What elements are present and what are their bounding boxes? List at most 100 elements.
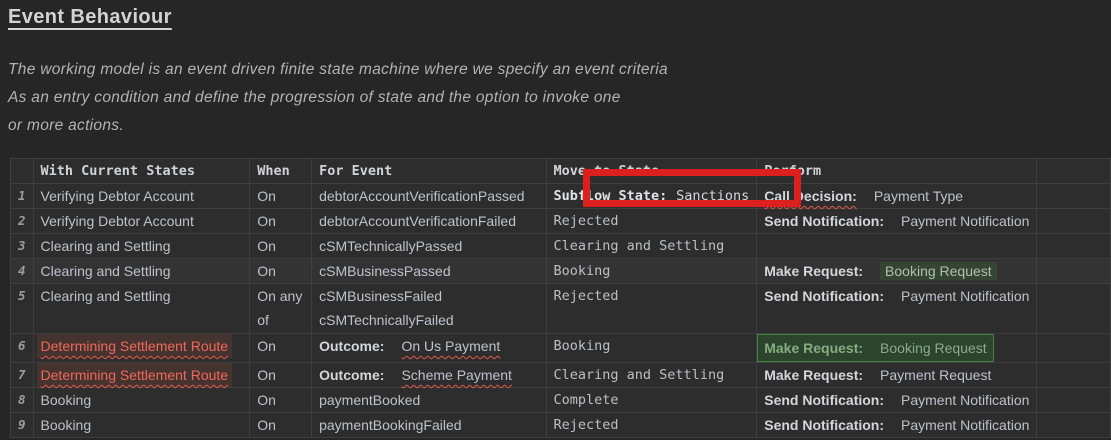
table-row: 3 Clearing and Settling On cSMTechnicall… (11, 234, 1111, 259)
empty-cell (1037, 209, 1111, 234)
current-state-cell: Clearing and Settling (33, 259, 250, 284)
perform-action-value: Payment Notification (901, 213, 1029, 229)
empty-cell (1037, 388, 1111, 413)
perform-cell: Send Notification:Payment Notification (757, 284, 1037, 334)
outcome-value: On Us Payment (401, 338, 500, 354)
perform-action-label: Send Notification: (764, 417, 884, 433)
for-event-cell: paymentBooked (312, 388, 546, 413)
perform-cell: Send Notification: Payment Notification (757, 209, 1037, 234)
current-state-cell: Booking (33, 413, 250, 438)
header-gutter (11, 159, 34, 184)
when-cell: On any of (250, 284, 312, 334)
empty-cell (1037, 234, 1111, 259)
perform-action-label: Call Decision: (764, 188, 857, 204)
table-row: 4 Clearing and Settling On cSMBusinessPa… (11, 259, 1111, 284)
row-number: 1 (11, 184, 34, 209)
move-to-state-cell: Clearing and Settling (546, 363, 757, 388)
current-state-cell: Booking (33, 388, 250, 413)
perform-action-label: Make Request: (764, 367, 863, 383)
header-when: When (250, 159, 312, 184)
perform-action-value: Payment Notification (901, 288, 1029, 304)
table-row: 5 Clearing and Settling On any of cSMBus… (11, 284, 1111, 334)
perform-action-label: Send Notification: (764, 213, 884, 229)
header-current-states: With Current States (33, 159, 250, 184)
when-cell: On (250, 184, 312, 209)
perform-cell: Send Notification: Payment Notification (757, 413, 1037, 438)
row-number: 4 (11, 259, 34, 284)
row-number: 7 (11, 363, 34, 388)
current-state-flagged: Determining Settlement Route (37, 334, 233, 358)
when-cell: On (250, 234, 312, 259)
table-row: 6 Determining Settlement Route On Outcom… (11, 334, 1111, 363)
when-cell: On (250, 334, 312, 363)
header-perform: Perform (757, 159, 1037, 184)
perform-cell (757, 234, 1037, 259)
intro-line-1: The working model is an event driven fin… (8, 56, 668, 84)
move-to-state-cell: Booking (546, 334, 757, 363)
for-event-cell: cSMTechnicallyPassed (312, 234, 546, 259)
perform-action-value-inserted: Booking Request (880, 262, 997, 280)
row-number: 3 (11, 234, 34, 259)
for-event-cell: Outcome: Scheme Payment (312, 363, 546, 388)
perform-cell: Send Notification: Payment Notification (757, 388, 1037, 413)
perform-cell: Make Request: Booking Request (757, 259, 1037, 284)
table-row: 9 Booking On paymentBookingFailed Reject… (11, 413, 1111, 438)
header-for-event: For Event (312, 159, 546, 184)
perform-cell: Make Request: Payment Request (757, 363, 1037, 388)
move-to-state-cell: Rejected (546, 413, 757, 438)
event-name-line: cSMTechnicallyFailed (319, 308, 538, 332)
empty-cell (1037, 259, 1111, 284)
perform-action-value: Payment Notification (901, 392, 1029, 408)
table-header-row: With Current States When For Event Move … (11, 159, 1111, 184)
header-move-to-state: Move to State (546, 159, 757, 184)
perform-cell: Call Decision:Payment Type (757, 184, 1037, 209)
table-row: 2 Verifying Debtor Account On debtorAcco… (11, 209, 1111, 234)
empty-cell (1037, 334, 1111, 363)
row-number: 6 (11, 334, 34, 363)
perform-cell: Make Request: Booking Request (757, 334, 1037, 363)
when-cell: On (250, 209, 312, 234)
perform-action-value: Booking Request (880, 340, 987, 356)
current-state-cell: Clearing and Settling (33, 234, 250, 259)
outcome-value: Scheme Payment (401, 367, 512, 383)
current-state-cell: Clearing and Settling (33, 284, 250, 334)
when-cell: On (250, 388, 312, 413)
empty-cell (1037, 284, 1111, 334)
subflow-state-value: Sanctions (676, 188, 749, 204)
table-row: 8 Booking On paymentBooked Complete Send… (11, 388, 1111, 413)
move-to-state-cell: Complete (546, 388, 757, 413)
intro-line-3: or more actions. (8, 112, 668, 140)
outcome-label: Outcome: (319, 367, 384, 383)
intro-line-2: As an entry condition and define the pro… (8, 84, 668, 112)
current-state-cell: Verifying Debtor Account (33, 184, 250, 209)
row-number: 8 (11, 388, 34, 413)
move-to-state-cell: Rejected (546, 284, 757, 334)
perform-action-label: Make Request: (764, 340, 863, 356)
table-row: 7 Determining Settlement Route On Outcom… (11, 363, 1111, 388)
empty-cell (1037, 413, 1111, 438)
row-number: 5 (11, 284, 34, 334)
move-to-state-cell: Rejected (546, 209, 757, 234)
perform-action-value: Payment Request (880, 367, 991, 383)
current-state-cell: Verifying Debtor Account (33, 209, 250, 234)
when-cell: On (250, 259, 312, 284)
page-title: Event Behaviour (8, 6, 172, 29)
event-behaviour-table: With Current States When For Event Move … (10, 158, 1111, 438)
table-row: 1 Verifying Debtor Account On debtorAcco… (11, 184, 1111, 209)
row-number: 2 (11, 209, 34, 234)
perform-action-label: Make Request: (764, 263, 863, 279)
current-state-cell: Determining Settlement Route (33, 334, 250, 363)
subflow-state-label: Subflow State: (554, 188, 668, 204)
perform-action-label: Send Notification: (764, 392, 884, 408)
for-event-cell: Outcome:On Us Payment (312, 334, 546, 363)
empty-cell (1037, 363, 1111, 388)
move-to-state-cell: Booking (546, 259, 757, 284)
for-event-cell: debtorAccountVerificationPassed (312, 184, 546, 209)
header-empty (1037, 159, 1111, 184)
move-to-state-cell: Clearing and Settling (546, 234, 757, 259)
for-event-cell: cSMBusinessFailed cSMTechnicallyFailed (312, 284, 546, 334)
event-name-line: cSMBusinessFailed (319, 284, 538, 308)
current-state-flagged: Determining Settlement Route (37, 363, 233, 387)
perform-action-value: Payment Notification (901, 417, 1029, 433)
for-event-cell: paymentBookingFailed (312, 413, 546, 438)
